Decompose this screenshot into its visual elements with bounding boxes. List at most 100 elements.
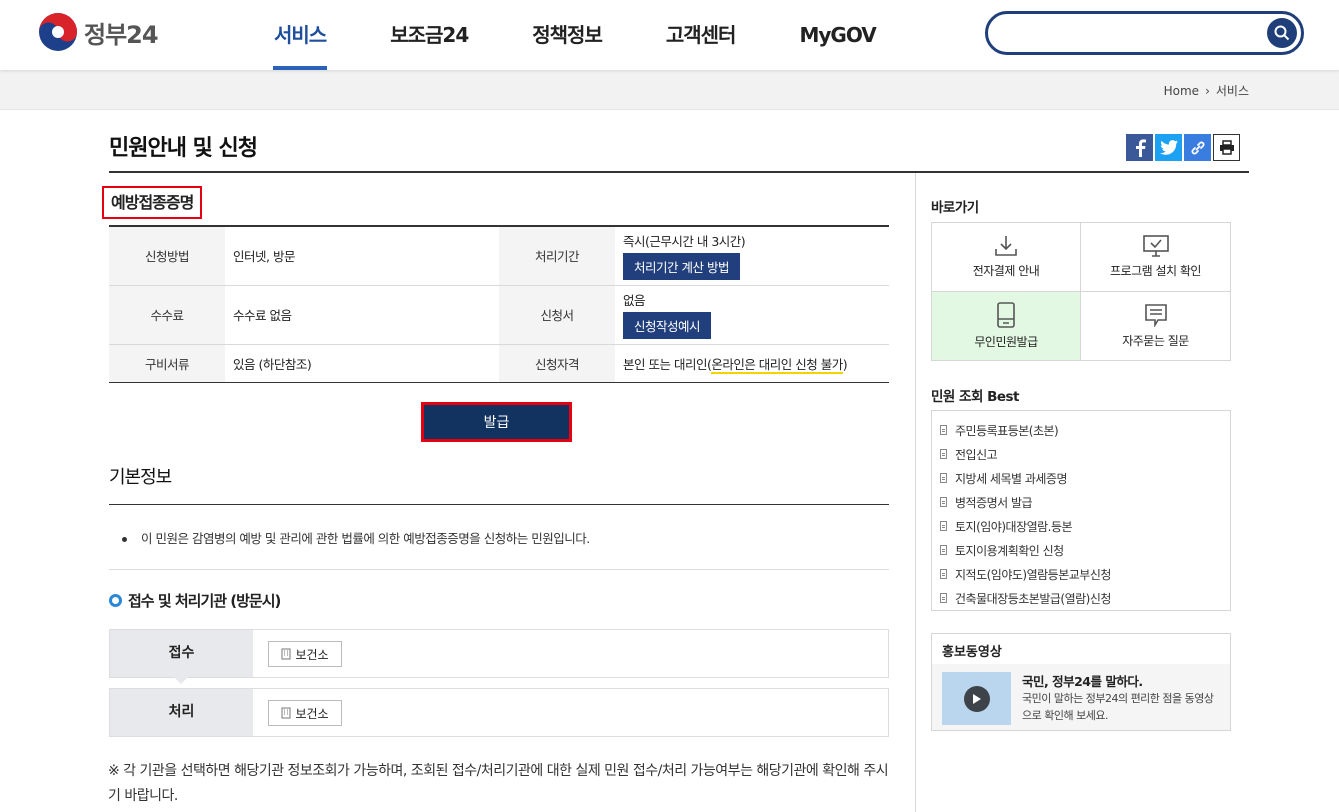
list-item-label: 전입신고 <box>955 447 998 462</box>
taegeuk-logo-icon <box>39 13 77 51</box>
promo-video-item[interactable]: 국민, 정부24를 말하다. 국민이 말하는 정부24의 편리한 점을 동영상으… <box>932 664 1230 730</box>
document-icon <box>940 569 947 579</box>
agency-title: 접수 및 처리기관 (방문시) <box>109 590 281 611</box>
list-item[interactable]: 병적증명서 발급 <box>932 490 1230 514</box>
quick-link-label: 무인민원발급 <box>974 334 1038 349</box>
qualification-label: 신청자격 <box>499 344 615 382</box>
copy-link-button[interactable] <box>1184 134 1211 161</box>
fee-value: 수수료 없음 <box>225 285 499 345</box>
play-icon <box>963 685 990 712</box>
nav-service[interactable]: 서비스 <box>242 0 358 70</box>
quick-links: 전자결제 안내 프로그램 설치 확인 무인민원발급 자주묻는 질문 <box>931 222 1231 361</box>
monitor-check-icon <box>1142 234 1169 257</box>
quick-link-faq[interactable]: 자주묻는 질문 <box>1081 292 1230 361</box>
receive-label: 접수 <box>110 630 253 677</box>
section-divider <box>109 569 889 570</box>
print-button[interactable] <box>1213 134 1240 161</box>
method-label: 신청방법 <box>109 226 225 286</box>
document-icon <box>940 449 947 459</box>
list-item[interactable]: 토지이용계획확인 신청 <box>932 538 1230 562</box>
issue-button[interactable]: 발급 <box>421 402 572 442</box>
service-info-table: 신청방법 인터넷, 방문 처리기간 즉시(근무시간 내 3시간) 처리기간 계산… <box>109 225 889 383</box>
best-list: 주민등록표등본(초본) 전입신고 지방세 세목별 과세증명 병적증명서 발급 토… <box>931 410 1231 611</box>
section-divider <box>109 504 889 505</box>
nav-mygov[interactable]: MyGOV <box>767 0 907 70</box>
nav-policy-info[interactable]: 정책정보 <box>500 0 634 70</box>
document-icon <box>940 497 947 507</box>
document-icon <box>940 593 947 603</box>
arrow-down-icon <box>174 677 188 684</box>
logo[interactable]: 정부24 <box>38 12 159 52</box>
quick-link-label: 프로그램 설치 확인 <box>1110 263 1201 278</box>
twitter-icon <box>1159 140 1178 155</box>
table-row: 수수료 수수료 없음 신청서 없음 신청작성예시 <box>109 285 889 345</box>
process-org-button[interactable]: 보건소 <box>268 700 342 726</box>
list-item-label: 토지이용계획확인 신청 <box>955 543 1064 558</box>
title-divider <box>109 171 1249 173</box>
promo-video-box: 홍보동영상 국민, 정부24를 말하다. 국민이 말하는 정부24의 편리한 점… <box>931 633 1231 731</box>
building-icon <box>281 707 291 719</box>
list-item[interactable]: 지적도(임야도)열람등본교부신청 <box>932 562 1230 586</box>
agency-title-text: 접수 및 처리기관 (방문시) <box>128 592 281 610</box>
main-nav: 서비스 보조금24 정책정보 고객센터 MyGOV <box>242 0 908 70</box>
document-icon <box>940 545 947 555</box>
qualification-close: ) <box>842 356 848 372</box>
list-item[interactable]: 건축물대장등초본발급(열람)신청 <box>932 586 1230 610</box>
service-name: 예방접종증명 <box>102 186 203 219</box>
list-item-label: 주민등록표등본(초본) <box>955 423 1059 438</box>
list-item[interactable]: 지방세 세목별 과세증명 <box>932 466 1230 490</box>
period-label: 처리기간 <box>499 226 615 286</box>
list-item[interactable]: 주민등록표등본(초본) <box>932 418 1230 442</box>
period-cell: 즉시(근무시간 내 3시간) 처리기간 계산 방법 <box>615 226 889 286</box>
quick-link-label: 자주묻는 질문 <box>1122 333 1189 348</box>
quick-link-label: 전자결제 안내 <box>972 263 1040 278</box>
search-icon <box>1274 25 1290 41</box>
breadcrumb-home[interactable]: Home <box>1164 84 1199 98</box>
share-buttons <box>1126 134 1240 161</box>
document-icon <box>940 521 947 531</box>
list-item-label: 건축물대장등초본발급(열람)신청 <box>955 591 1111 606</box>
logo-text: 정부24 <box>84 20 159 49</box>
breadcrumb-bar: Home › 서비스 <box>0 70 1339 110</box>
list-item[interactable]: 토지(임야)대장열람.등본 <box>932 514 1230 538</box>
table-row: 신청방법 인터넷, 방문 처리기간 즉시(근무시간 내 3시간) 처리기간 계산… <box>109 226 889 286</box>
search-box <box>985 11 1304 55</box>
print-icon <box>1219 140 1234 155</box>
link-icon <box>1191 141 1204 154</box>
video-thumbnail[interactable] <box>942 672 1011 725</box>
building-icon <box>281 648 291 660</box>
search-button[interactable] <box>1267 18 1297 48</box>
quick-link-kiosk[interactable]: 무인민원발급 <box>932 291 1081 360</box>
nav-subsidy24[interactable]: 보조금24 <box>358 0 500 70</box>
docs-label: 구비서류 <box>109 344 225 382</box>
chevron-right-icon: › <box>1205 83 1210 98</box>
basic-info-desc: 이 민원은 감염병의 예방 및 관리에 관한 법률에 의한 예방접종증명을 신청… <box>122 528 590 547</box>
document-icon <box>940 473 947 483</box>
twitter-share-button[interactable] <box>1155 134 1182 161</box>
breadcrumb-current[interactable]: 서비스 <box>1216 82 1249 99</box>
nav-customer-center[interactable]: 고객센터 <box>634 0 768 70</box>
form-value: 없음 <box>623 293 646 308</box>
quick-links-title: 바로가기 <box>931 200 979 216</box>
top-header: 정부24 서비스 보조금24 정책정보 고객센터 MyGOV <box>0 0 1339 70</box>
receive-org-button[interactable]: 보건소 <box>268 641 342 667</box>
receive-org-name: 보건소 <box>295 647 329 662</box>
method-value: 인터넷, 방문 <box>225 226 499 286</box>
quick-link-program[interactable]: 프로그램 설치 확인 <box>1081 223 1230 292</box>
search-input[interactable] <box>1004 22 1254 44</box>
list-item[interactable]: 전입신고 <box>932 442 1230 466</box>
fee-label: 수수료 <box>109 285 225 345</box>
page-title: 민원안내 및 신청 <box>109 136 258 161</box>
chat-bubble-icon <box>1144 303 1167 327</box>
list-item-label: 토지(임야)대장열람.등본 <box>955 519 1073 534</box>
period-calc-button[interactable]: 처리기간 계산 방법 <box>623 253 740 281</box>
process-agency-row: 처리 보건소 <box>109 688 889 737</box>
list-item-label: 지적도(임야도)열람등본교부신청 <box>955 567 1111 582</box>
facebook-icon <box>1135 138 1146 157</box>
form-example-button[interactable]: 신청작성예시 <box>623 312 712 339</box>
download-icon <box>995 235 1017 256</box>
breadcrumb: Home › 서비스 <box>1164 82 1249 99</box>
receive-agency-row: 접수 보건소 <box>109 629 889 684</box>
quick-link-payment[interactable]: 전자결제 안내 <box>932 223 1081 292</box>
facebook-share-button[interactable] <box>1126 134 1153 161</box>
